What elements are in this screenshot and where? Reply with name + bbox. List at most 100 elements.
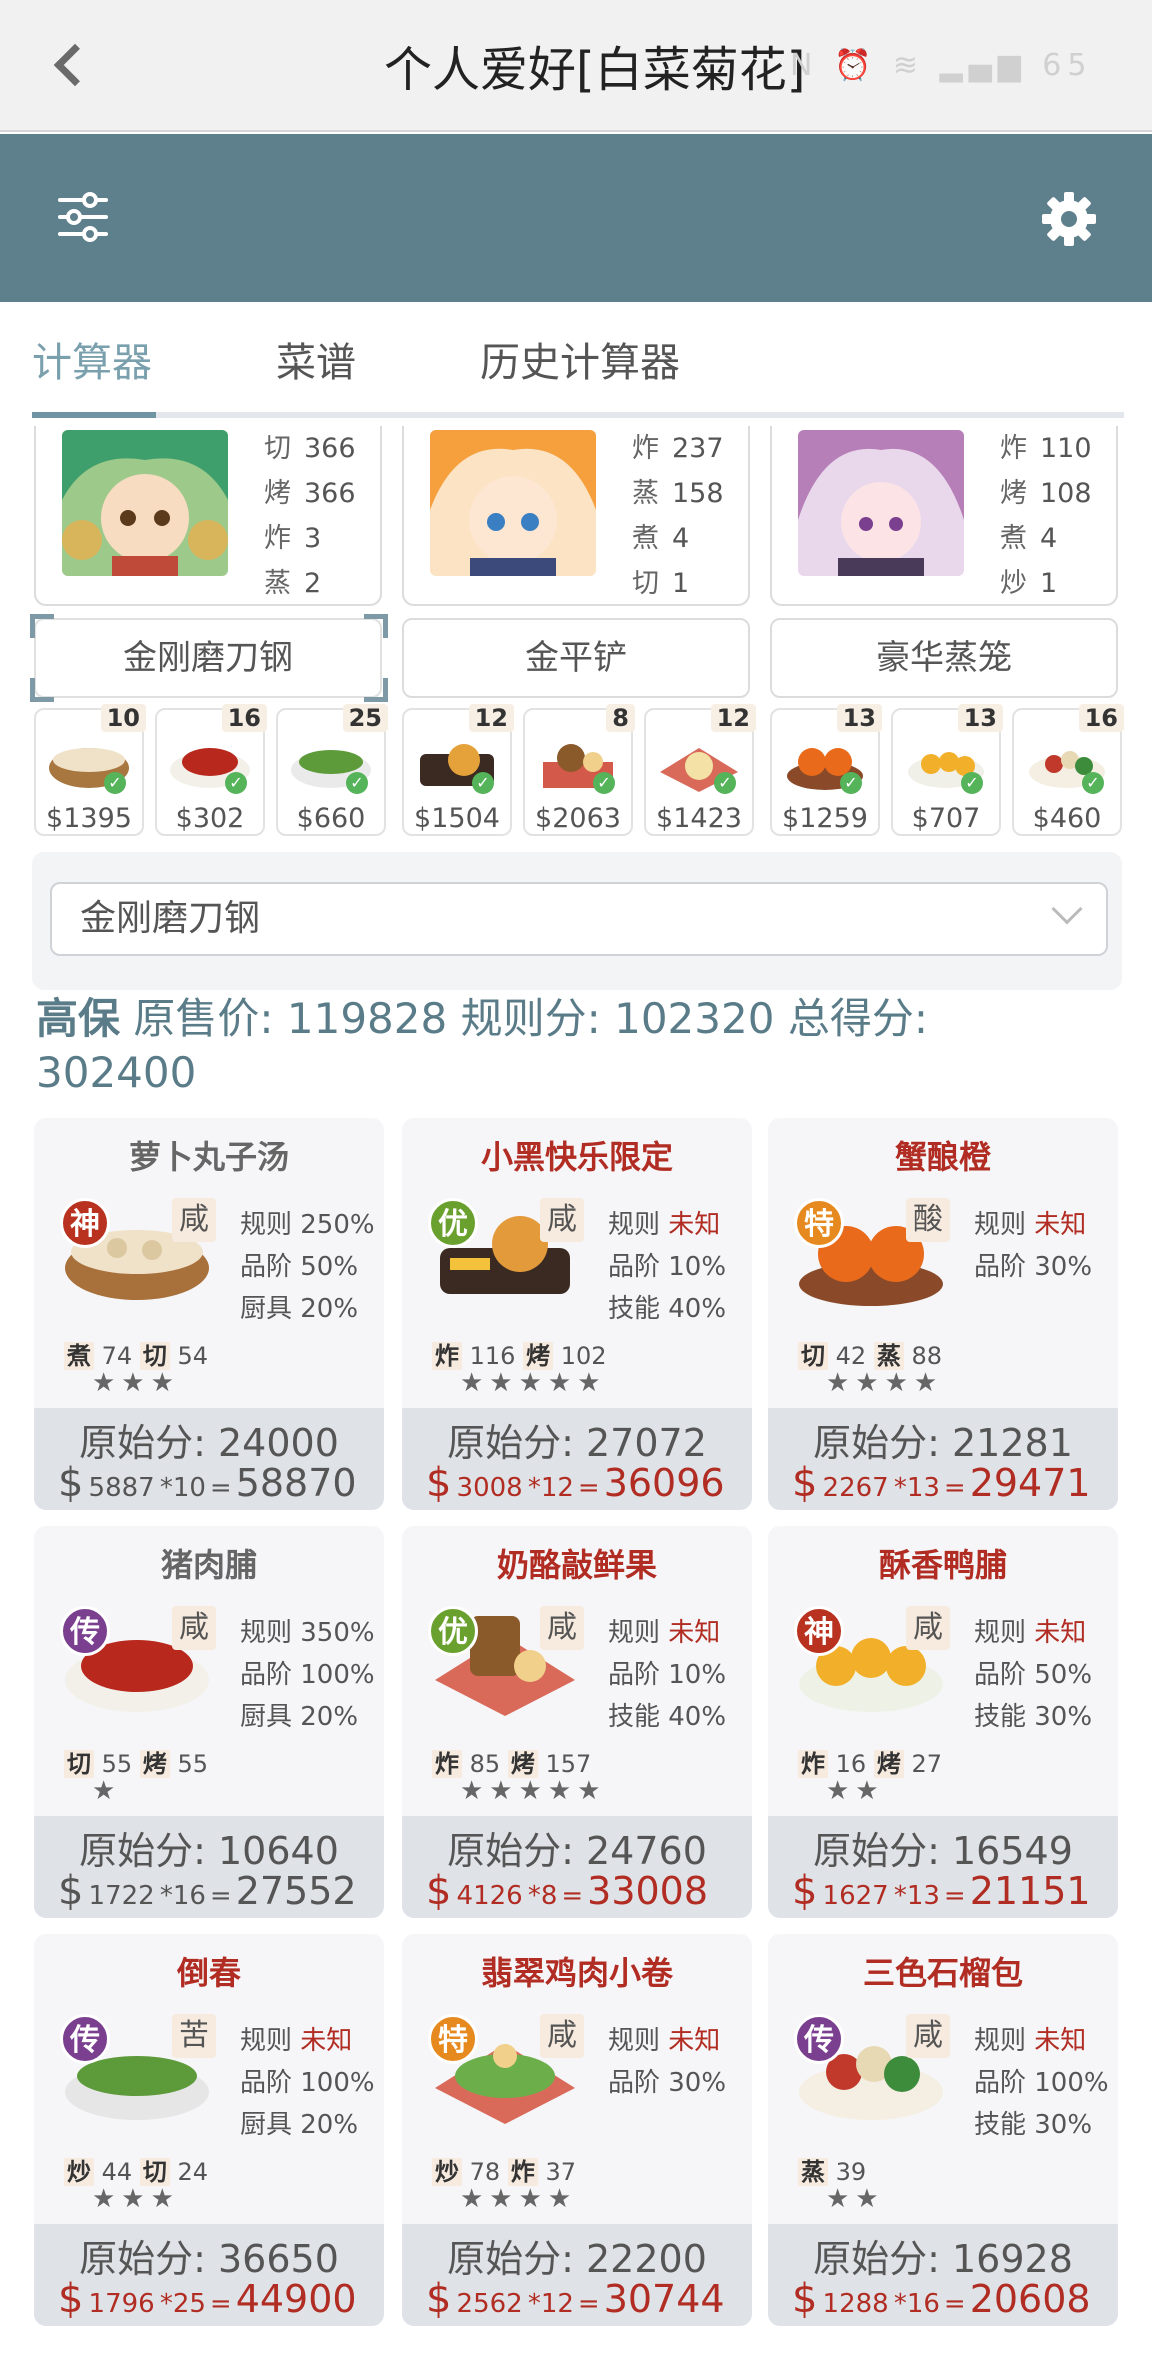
chef-avatar <box>798 430 964 576</box>
tab-calculator[interactable]: 计算器 <box>32 330 152 388</box>
tab-bar: 计算器 菜谱 历史计算器 <box>32 300 1124 418</box>
star-rating: ★★★ <box>92 1368 180 1398</box>
dish-price: $1395 <box>46 803 132 834</box>
score-calc: $ 1627 *13 = 21151 <box>792 1868 1091 1914</box>
tab-recipes[interactable]: 菜谱 <box>276 330 356 388</box>
chef-avatar <box>430 430 596 576</box>
chef-card[interactable]: 炸 110 烤 108 煮4 炒1 <box>770 426 1118 606</box>
gear-icon[interactable] <box>1040 190 1098 248</box>
original-score: 原始分: 27072 <box>447 1421 707 1465</box>
check-icon: ✓ <box>472 772 494 794</box>
recipe-card[interactable]: 奶酪敲鲜果优 咸规则 未知 品阶 10% 技能 40% 炸 85 烤 157 ★★★★★ 原… <box>402 1526 752 1918</box>
recipe-card[interactable]: 萝卜丸子汤神 咸规则 250% 品阶 50% 厨具 20% 煮 74 切 54 ★★★ 原始… <box>34 1118 384 1510</box>
star-rating: ★★ <box>826 2184 885 2214</box>
recipe-skill-req: 切 55 烤 55 <box>64 1744 208 1779</box>
rank-badge: 传 <box>794 2014 844 2064</box>
dish-price: $660 <box>296 803 366 834</box>
score-calc: $ 1796 *25 = 44900 <box>58 2276 357 2322</box>
chef-skills: 炸 237 蒸 158 煮4 切1 <box>632 433 724 599</box>
recipe-card[interactable]: 倒春传 苦规则 未知 品阶 100% 厨具 20% 炒 44 切 24 ★★★ 原始分: 3… <box>34 1934 384 2326</box>
score-panel: 原始分: 10640 $ 1722 *16 = 27552 <box>34 1816 384 1918</box>
recipe-card[interactable]: 蟹酿橙特 酸规则 未知 品阶 30% 切 42 蒸 88 ★★★★ 原始分: 21281 $… <box>768 1118 1118 1510</box>
chef-card[interactable]: 切 366 烤 366 炸3 蒸2 <box>34 426 382 606</box>
dish-tile[interactable]: ✓ 13 $1259 <box>770 704 882 836</box>
dish-count: 16 <box>1078 704 1124 732</box>
dish-price: $1504 <box>414 803 500 834</box>
dish-tile[interactable]: ✓ 8 $2063 <box>523 704 635 836</box>
dish-tile[interactable]: ✓ 12 $1423 <box>644 704 756 836</box>
recipe-name: 小黑快乐限定 <box>480 1138 673 1176</box>
bonus-list: 规则 未知 品阶 30% <box>974 1210 1093 1282</box>
dish-count: 12 <box>468 704 514 732</box>
tab-history-calculator[interactable]: 历史计算器 <box>480 330 680 388</box>
recipe-name: 奶酪敲鲜果 <box>496 1546 657 1584</box>
equipment-select-panel: 金刚磨刀钢 <box>32 852 1122 990</box>
dish-price: $2063 <box>535 803 621 834</box>
recipe-card[interactable]: 三色石榴包传 咸规则 未知 品阶 100% 技能 30% 蒸 39 ★★ 原始分: 169… <box>768 1934 1118 2326</box>
back-arrow-icon <box>53 43 97 87</box>
bonus-list: 规则 未知 品阶 100% 技能 30% <box>974 2026 1109 2140</box>
selection-corner <box>364 678 388 702</box>
rank-badge: 优 <box>428 1606 478 1656</box>
recipe-card[interactable]: 酥香鸭脯神 咸规则 未知 品阶 50% 技能 30% 炸 16 烤 27 ★★ 原始分: 1… <box>768 1526 1118 1918</box>
bonus-list: 规则 未知 品阶 50% 技能 30% <box>974 1618 1093 1732</box>
dish-tile[interactable]: ✓ 25 $660 <box>276 704 388 836</box>
status-bar: 个人爱好[白菜菊花] N ⏰ ≋ ▂▄▆ 65 <box>0 0 1152 132</box>
equipment-slot-selected[interactable]: 金刚磨刀钢 <box>34 618 382 698</box>
score-calc: $ 2562 *12 = 30744 <box>426 2276 725 2322</box>
recipe-name: 倒春 <box>176 1954 241 1992</box>
filter-sliders-icon[interactable] <box>58 192 108 242</box>
check-icon: ✓ <box>104 772 126 794</box>
flavor-tag: 咸 <box>540 2014 584 2058</box>
original-score: 原始分: 24000 <box>79 1421 339 1465</box>
check-icon: ✓ <box>593 772 615 794</box>
dish-price: $1259 <box>782 803 868 834</box>
flavor-tag: 咸 <box>540 1198 584 1242</box>
dish-tile[interactable]: ✓ 13 $707 <box>891 704 1003 836</box>
selection-corner <box>30 678 54 702</box>
equipment-slot[interactable]: 金平铲 <box>402 618 750 698</box>
chef-card[interactable]: 炸 237 蒸 158 煮4 切1 <box>402 426 750 606</box>
recipe-skill-req: 炸 85 烤 157 <box>432 1744 591 1779</box>
check-icon: ✓ <box>1082 772 1104 794</box>
recipe-name: 萝卜丸子汤 <box>128 1138 289 1176</box>
selection-corner <box>364 614 388 638</box>
recipe-card[interactable]: 翡翠鸡肉小卷特 咸规则 未知 品阶 30% 炒 78 炸 37 ★★★★ 原始分: 222… <box>402 1934 752 2326</box>
score-panel: 原始分: 36650 $ 1796 *25 = 44900 <box>34 2224 384 2326</box>
score-panel: 原始分: 24760 $ 4126 *8 = 33008 <box>402 1816 752 1918</box>
score-calc: $ 3008 *12 = 36096 <box>426 1460 725 1506</box>
rank-badge: 特 <box>794 1198 844 1248</box>
recipe-skill-req: 切 42 蒸 88 <box>798 1336 942 1371</box>
score-calc: $ 5887 *10 = 58870 <box>58 1460 357 1506</box>
original-score: 原始分: 36650 <box>79 2237 339 2281</box>
active-tab-indicator <box>32 412 156 418</box>
recipe-card[interactable]: 小黑快乐限定优 咸规则 未知 品阶 10% 技能 40% 炸 116 烤 102 ★★★★… <box>402 1118 752 1510</box>
rank-badge: 传 <box>60 2014 110 2064</box>
recipe-name: 酥香鸭脯 <box>878 1546 1007 1584</box>
chef-skills: 炸 110 烤 108 煮4 炒1 <box>1000 433 1092 599</box>
score-panel: 原始分: 16549 $ 1627 *13 = 21151 <box>768 1816 1118 1918</box>
score-panel: 原始分: 24000 $ 5887 *10 = 58870 <box>34 1408 384 1510</box>
check-icon: ✓ <box>714 772 736 794</box>
check-icon: ✓ <box>840 772 862 794</box>
original-score: 原始分: 24760 <box>447 1829 707 1873</box>
recipe-card[interactable]: 猪肉脯传 咸规则 350% 品阶 100% 厨具 20% 切 55 烤 55 ★ 原始分: … <box>34 1526 384 1918</box>
equipment-slot[interactable]: 豪华蒸笼 <box>770 618 1118 698</box>
equipment-select[interactable]: 金刚磨刀钢 <box>50 882 1108 956</box>
bonus-list: 规则 未知 品阶 100% 厨具 20% <box>240 2026 375 2140</box>
app-header <box>0 134 1152 302</box>
back-button[interactable] <box>38 30 98 100</box>
star-rating: ★ <box>92 1776 122 1806</box>
flavor-tag: 咸 <box>172 1606 216 1650</box>
chef-skills: 切 366 烤 366 炸3 蒸2 <box>264 433 356 599</box>
dish-tile[interactable]: ✓ 16 $302 <box>155 704 267 836</box>
score-panel: 原始分: 21281 $ 2267 *13 = 29471 <box>768 1408 1118 1510</box>
score-panel: 原始分: 27072 $ 3008 *12 = 36096 <box>402 1408 752 1510</box>
dish-tile[interactable]: ✓ 16 $460 <box>1012 704 1124 836</box>
star-rating: ★★★★ <box>826 1368 944 1398</box>
dish-count: 13 <box>836 704 882 732</box>
dish-tile[interactable]: ✓ 10 $1395 <box>34 704 146 836</box>
dish-price: $302 <box>175 803 245 834</box>
chevron-down-icon <box>1051 893 1083 925</box>
dish-tile[interactable]: ✓ 12 $1504 <box>402 704 514 836</box>
